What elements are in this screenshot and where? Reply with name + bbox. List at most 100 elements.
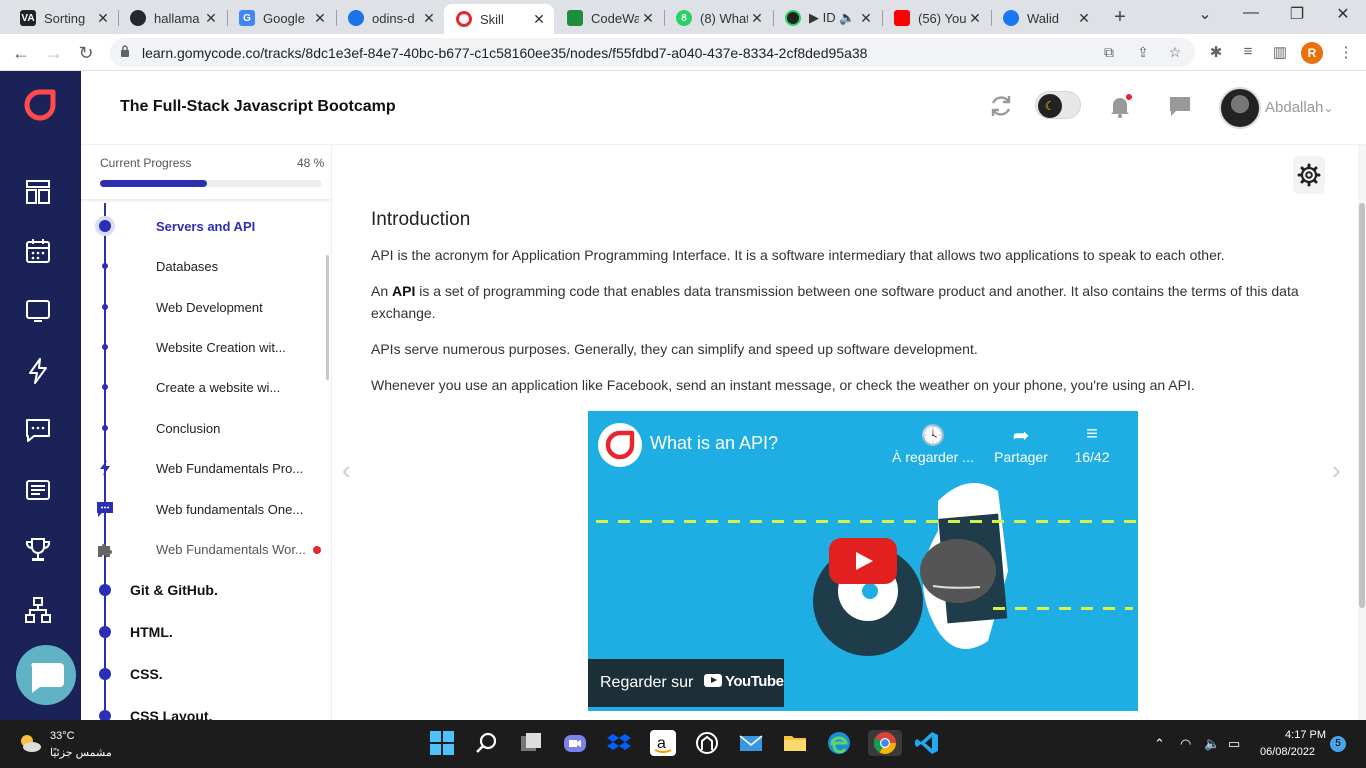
sidebar-item-databases[interactable]: Databases xyxy=(156,259,218,274)
close-tab-icon[interactable]: ✕ xyxy=(857,10,875,27)
trophy-icon[interactable] xyxy=(24,536,52,564)
browser-tab[interactable]: Walid ✕ xyxy=(991,4,1099,32)
article-icon[interactable] xyxy=(24,476,52,504)
browser-tab[interactable]: (56) You ✕ xyxy=(882,4,990,32)
url-text[interactable]: learn.gomycode.co/tracks/8dc1e3ef-84e7-4… xyxy=(142,45,867,61)
translate-icon[interactable]: ⧉ xyxy=(1100,44,1118,62)
watch-later-button[interactable]: 🕓 À regarder ... xyxy=(888,423,978,465)
browser-profile-avatar[interactable]: R xyxy=(1301,42,1323,64)
dropbox-button[interactable] xyxy=(606,730,632,756)
section-css-layout[interactable]: CSS Layout. xyxy=(130,708,212,720)
browser-menu-icon[interactable]: ⋮ xyxy=(1336,43,1356,63)
play-button[interactable] xyxy=(829,538,897,584)
sitemap-icon[interactable] xyxy=(24,596,52,624)
maximize-button[interactable]: ❐ xyxy=(1282,4,1312,24)
browser-tab[interactable]: odins-d ✕ xyxy=(336,4,444,32)
section-git-github[interactable]: Git & GitHub. xyxy=(130,582,218,598)
refresh-icon[interactable] xyxy=(989,94,1013,118)
close-window-button[interactable]: ✕ xyxy=(1328,4,1358,24)
bookmark-star-icon[interactable]: ☆ xyxy=(1166,44,1184,62)
dark-mode-toggle[interactable]: ☾ xyxy=(1035,91,1081,119)
wifi-icon[interactable]: ◠ xyxy=(1180,736,1191,752)
reload-button[interactable]: ↻ xyxy=(74,41,98,65)
user-avatar[interactable] xyxy=(1219,87,1261,129)
close-tab-icon[interactable]: ✕ xyxy=(530,11,548,28)
amazon-button[interactable]: a xyxy=(650,730,676,756)
chat-icon[interactable] xyxy=(24,416,52,444)
close-tab-icon[interactable]: ✕ xyxy=(94,10,112,27)
channel-logo[interactable] xyxy=(598,423,642,467)
browser-tab[interactable]: VA Sorting ✕ xyxy=(8,4,118,32)
close-tab-icon[interactable]: ✕ xyxy=(311,10,329,27)
search-button[interactable] xyxy=(474,730,500,756)
dashboard-icon[interactable] xyxy=(24,178,52,206)
clock-time[interactable]: 4:17 PM xyxy=(1282,729,1326,741)
address-bar[interactable]: learn.gomycode.co/tracks/8dc1e3ef-84e7-4… xyxy=(110,38,1195,67)
close-tab-icon[interactable]: ✕ xyxy=(420,10,438,27)
edge-button[interactable] xyxy=(826,730,852,756)
sidebar-item-web-fundamentals-workshop[interactable]: Web Fundamentals Wor... xyxy=(156,542,306,557)
section-css[interactable]: CSS. xyxy=(130,666,163,682)
sidebar-item-conclusion[interactable]: Conclusion xyxy=(156,421,220,436)
sidebar-item-web-development[interactable]: Web Development xyxy=(156,300,263,315)
tab-search-chevron-icon[interactable]: ⌄ xyxy=(1190,4,1220,24)
sidebar-item-create-website[interactable]: Create a website wi... xyxy=(156,380,280,395)
chevron-up-icon[interactable]: ⌃ xyxy=(1154,736,1165,752)
browser-tab[interactable]: 8 (8) What ✕ xyxy=(664,4,772,32)
support-chat-button[interactable] xyxy=(16,645,76,705)
sidebar-item-website-creation[interactable]: Website Creation wit... xyxy=(156,340,286,355)
messages-icon[interactable] xyxy=(1168,94,1192,118)
chrome-button[interactable] xyxy=(868,730,902,756)
close-tab-icon[interactable]: ✕ xyxy=(202,10,220,27)
share-icon[interactable]: ⇪ xyxy=(1134,44,1152,62)
partly-sunny-icon[interactable] xyxy=(18,733,42,753)
battery-icon[interactable]: ▭ xyxy=(1228,736,1240,752)
minimize-button[interactable]: — xyxy=(1236,4,1266,22)
vscode-button[interactable] xyxy=(914,730,940,756)
close-tab-icon[interactable]: ✕ xyxy=(639,10,657,27)
browser-tab[interactable]: G Google ✕ xyxy=(227,4,335,32)
back-button[interactable]: ← xyxy=(9,41,33,65)
close-tab-icon[interactable]: ✕ xyxy=(1075,10,1093,27)
start-button[interactable] xyxy=(429,730,455,756)
sidebar-scrollbar[interactable] xyxy=(326,255,329,380)
gomycode-logo[interactable] xyxy=(24,89,56,121)
file-explorer-button[interactable] xyxy=(782,730,808,756)
volume-icon[interactable]: 🔈 xyxy=(1204,736,1220,752)
previous-arrow-icon[interactable]: ‹ xyxy=(342,455,362,485)
username-menu[interactable]: Abdallah⌄ xyxy=(1265,99,1333,116)
notifications-bell-icon[interactable] xyxy=(1108,94,1132,118)
browser-tab[interactable]: ▶ ID 🔈 ✕ xyxy=(773,4,881,32)
teams-chat-button[interactable] xyxy=(562,730,588,756)
youtube-video-embed[interactable]: What is an API? 🕓 À regarder ... ➦ Partage… xyxy=(588,411,1138,711)
sidebar-item-web-fundamentals-project[interactable]: Web Fundamentals Pro... xyxy=(156,461,303,476)
sidebar-item-servers-and-api[interactable]: Servers and API xyxy=(156,219,255,234)
extensions-icon[interactable]: ✱ xyxy=(1206,43,1226,63)
playlist-button[interactable]: ≡ 16/42 xyxy=(1047,423,1137,465)
task-view-button[interactable] xyxy=(518,730,544,756)
browser-tab-active[interactable]: Skill ✕ xyxy=(444,4,554,34)
browser-tab[interactable]: hallama ✕ xyxy=(118,4,226,32)
video-title[interactable]: What is an API? xyxy=(650,433,778,454)
new-tab-button[interactable]: + xyxy=(1108,6,1132,30)
lightning-icon[interactable] xyxy=(24,357,52,385)
section-html[interactable]: HTML. xyxy=(130,624,173,640)
laptop-icon[interactable] xyxy=(24,297,52,325)
close-tab-icon[interactable]: ✕ xyxy=(748,10,766,27)
side-panel-icon[interactable]: ▥ xyxy=(1270,43,1290,63)
watch-on-youtube-button[interactable]: Regarder sur YouTube xyxy=(588,659,784,707)
browser-tab[interactable]: CodeWa ✕ xyxy=(555,4,663,32)
sidebar-item-web-fundamentals-one[interactable]: Web fundamentals One... xyxy=(156,502,303,517)
mail-button[interactable] xyxy=(738,730,764,756)
media-control-icon[interactable]: ≡ xyxy=(1238,43,1258,63)
calendar-icon[interactable] xyxy=(24,237,52,265)
settings-button[interactable] xyxy=(1293,156,1325,194)
weather-description[interactable]: مشمس جزئيًا xyxy=(50,746,112,759)
close-tab-icon[interactable]: ✕ xyxy=(966,10,984,27)
page-scrollbar[interactable] xyxy=(1358,145,1366,720)
next-arrow-icon[interactable]: › xyxy=(1332,455,1352,485)
clock-date[interactable]: 06/08/2022 xyxy=(1260,746,1315,758)
weather-temperature[interactable]: 33°C xyxy=(50,730,75,742)
forward-button[interactable]: → xyxy=(42,41,66,65)
app-button[interactable] xyxy=(694,730,720,756)
